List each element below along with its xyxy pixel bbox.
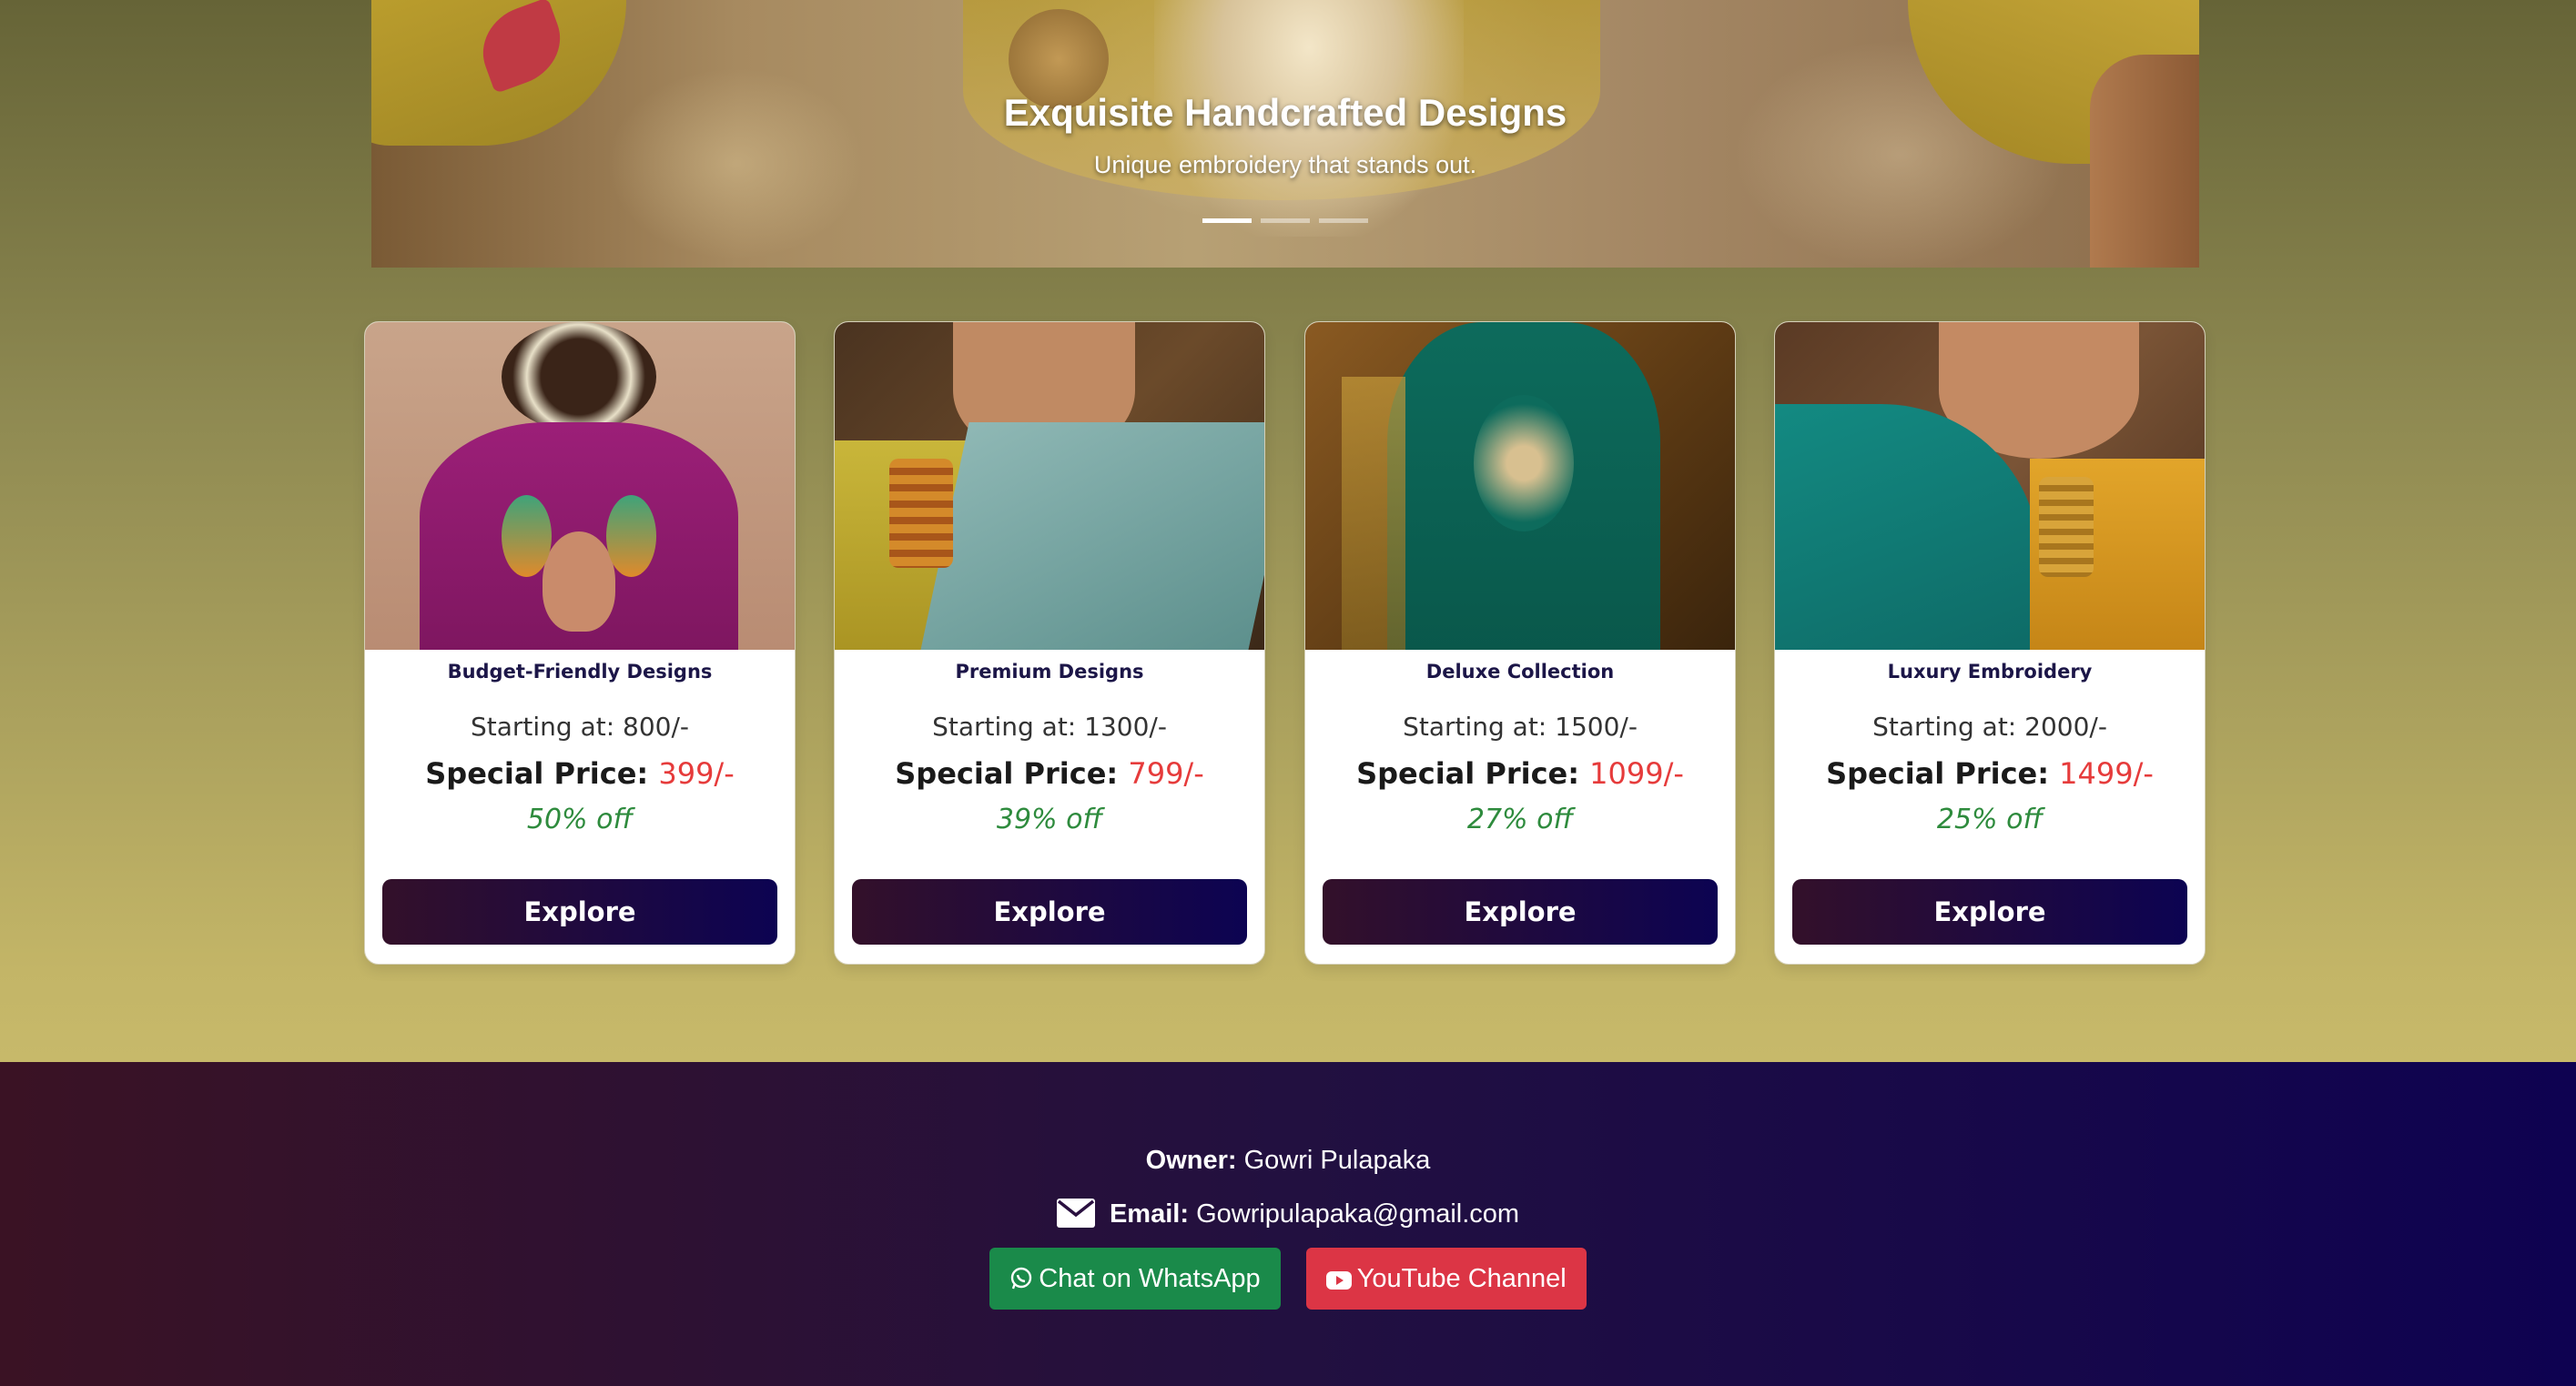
product-card-premium: Premium Designs Starting at: 1300/- Spec… xyxy=(834,321,1265,965)
whatsapp-button[interactable]: Chat on WhatsApp xyxy=(989,1248,1281,1310)
product-image-deluxe xyxy=(1305,322,1735,650)
discount-text: 39% off xyxy=(996,804,1103,835)
special-price-line: Special Price: 1499/- xyxy=(1775,756,2205,791)
product-image-premium xyxy=(835,322,1264,650)
owner-line: Owner: Gowri Pulapaka xyxy=(0,1146,2576,1176)
special-price-value: 799/- xyxy=(1128,756,1204,791)
footer: Owner: Gowri Pulapaka Email: Gowripulapa… xyxy=(0,1062,2576,1386)
card-title: Luxury Embroidery xyxy=(1887,661,2093,683)
special-price-value: 399/- xyxy=(658,756,735,791)
card-title: Deluxe Collection xyxy=(1425,661,1615,683)
hero-subtitle: Unique embroidery that stands out. xyxy=(1093,151,1477,178)
special-price-label: Special Price: xyxy=(425,756,649,791)
hero-title: Exquisite Handcrafted Designs xyxy=(1003,91,1567,134)
explore-button[interactable]: Explore xyxy=(852,879,1247,945)
social-buttons: Chat on WhatsApp YouTube Channel xyxy=(0,1248,2576,1310)
carousel-indicators xyxy=(371,218,2199,223)
product-card-budget: Budget-Friendly Designs Starting at: 800… xyxy=(364,321,796,965)
email-line: Email: Gowripulapaka@gmail.com xyxy=(0,1199,2576,1235)
special-price-value: 1099/- xyxy=(1589,756,1684,791)
starting-price: Starting at: 800/- xyxy=(470,712,690,742)
email-address[interactable]: Gowripulapaka@gmail.com xyxy=(1196,1199,1519,1229)
starting-price: Starting at: 1500/- xyxy=(1403,712,1638,742)
special-price-label: Special Price: xyxy=(895,756,1119,791)
product-image-luxury xyxy=(1775,322,2205,650)
product-card-deluxe: Deluxe Collection Starting at: 1500/- Sp… xyxy=(1304,321,1736,965)
special-price-line: Special Price: 1099/- xyxy=(1305,756,1735,791)
owner-name: Gowri Pulapaka xyxy=(1243,1146,1431,1175)
explore-button[interactable]: Explore xyxy=(382,879,777,945)
special-price-value: 1499/- xyxy=(2059,756,2154,791)
product-image-budget xyxy=(365,322,795,650)
discount-text: 25% off xyxy=(1936,804,2044,835)
discount-text: 50% off xyxy=(526,804,634,835)
starting-price: Starting at: 1300/- xyxy=(932,712,1167,742)
special-price-line: Special Price: 799/- xyxy=(835,756,1264,791)
explore-button[interactable]: Explore xyxy=(1323,879,1718,945)
youtube-label: YouTube Channel xyxy=(1356,1264,1567,1293)
special-price-label: Special Price: xyxy=(1826,756,2050,791)
card-title: Budget-Friendly Designs xyxy=(447,661,713,683)
product-cards: Budget-Friendly Designs Starting at: 800… xyxy=(364,321,2208,965)
whatsapp-label: Chat on WhatsApp xyxy=(1039,1264,1261,1293)
explore-button[interactable]: Explore xyxy=(1792,879,2187,945)
youtube-icon xyxy=(1325,1271,1352,1290)
discount-text: 27% off xyxy=(1466,804,1574,835)
hero-caption: Exquisite Handcrafted Designs Unique emb… xyxy=(371,91,2199,179)
youtube-button[interactable]: YouTube Channel xyxy=(1305,1248,1587,1310)
hero-carousel[interactable]: Exquisite Handcrafted Designs Unique emb… xyxy=(371,0,2199,268)
product-card-luxury: Luxury Embroidery Starting at: 2000/- Sp… xyxy=(1774,321,2206,965)
carousel-indicator-3[interactable] xyxy=(1319,218,1368,223)
starting-price: Starting at: 2000/- xyxy=(1872,712,2107,742)
envelope-icon xyxy=(1056,1199,1095,1235)
carousel-indicator-2[interactable] xyxy=(1261,218,1310,223)
card-title: Premium Designs xyxy=(955,661,1144,683)
email-label: Email: xyxy=(1109,1199,1189,1229)
carousel-indicator-1[interactable] xyxy=(1202,218,1252,223)
whatsapp-icon xyxy=(1011,1267,1032,1290)
owner-label: Owner: xyxy=(1145,1146,1237,1175)
special-price-line: Special Price: 399/- xyxy=(365,756,795,791)
special-price-label: Special Price: xyxy=(1356,756,1580,791)
